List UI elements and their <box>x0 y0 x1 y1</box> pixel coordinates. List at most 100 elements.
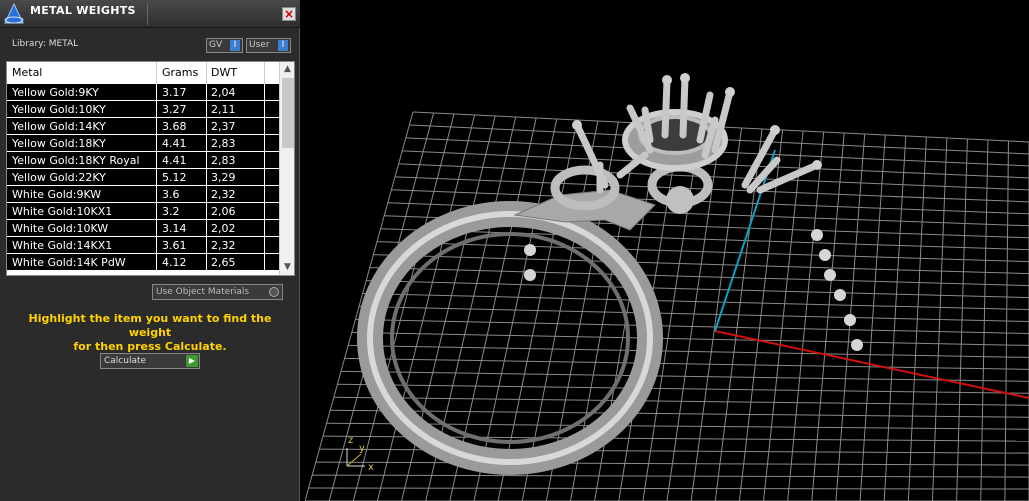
calculate-button[interactable]: Calculate ▶ <box>100 353 200 369</box>
grams-cell: 3.6 <box>162 188 180 201</box>
grams-cell: 3.2 <box>162 205 180 218</box>
cell-divider <box>206 135 207 152</box>
grid-line <box>355 318 1029 334</box>
cell-divider <box>264 220 265 237</box>
grid-line <box>348 344 1029 358</box>
scrollbar-thumb[interactable] <box>282 78 294 148</box>
cell-divider <box>156 237 157 254</box>
column-divider <box>156 62 157 84</box>
table-header: Metal Grams DWT <box>7 62 279 84</box>
panel-title: METAL WEIGHTS <box>30 4 136 17</box>
dwt-cell: 2,32 <box>211 239 236 252</box>
table-row[interactable]: White Gold:10KX1 3.2 2,06 <box>7 203 279 220</box>
table-row[interactable]: White Gold:9KW 3.6 2,32 <box>7 186 279 203</box>
cell-divider <box>206 118 207 135</box>
cell-divider <box>206 84 207 101</box>
cell-divider <box>156 254 157 271</box>
cell-divider <box>156 186 157 203</box>
title-divider <box>147 3 148 25</box>
grams-cell: 4.41 <box>162 154 187 167</box>
radio-icon <box>269 287 279 297</box>
grid-line <box>351 331 1029 346</box>
column-header-metal[interactable]: Metal <box>12 66 42 79</box>
metal-cell: Yellow Gold:22KY <box>12 171 106 184</box>
scroll-up-arrow-icon[interactable]: ▲ <box>280 62 294 77</box>
table-row[interactable]: White Gold:14K PdW 4.12 2,65 <box>7 254 279 271</box>
dwt-cell: 2,37 <box>211 120 236 133</box>
metal-cell: White Gold:14K PdW <box>12 256 126 269</box>
grams-cell: 3.61 <box>162 239 187 252</box>
use-object-materials-label: Use Object Materials <box>156 287 250 297</box>
cell-divider <box>156 152 157 169</box>
grams-cell: 3.27 <box>162 103 187 116</box>
table-row[interactable]: Yellow Gold:9KY 3.17 2,04 <box>7 84 279 101</box>
metal-cell: White Gold:14KX1 <box>12 239 113 252</box>
cell-divider <box>206 186 207 203</box>
cell-divider <box>156 220 157 237</box>
cell-divider <box>264 101 265 118</box>
grams-cell: 5.12 <box>162 171 187 184</box>
viewport-scene: z y x <box>305 73 1029 501</box>
cell-divider <box>156 169 157 186</box>
cell-divider <box>206 254 207 271</box>
metal-cell: Yellow Gold:18KY Royal <box>12 154 140 167</box>
gizmo-y-axis <box>346 453 362 467</box>
dwt-cell: 2,65 <box>211 256 236 269</box>
column-header-grams[interactable]: Grams <box>162 66 198 79</box>
cell-divider <box>206 203 207 220</box>
table-row[interactable]: White Gold:10KW 3.14 2,02 <box>7 220 279 237</box>
column-divider <box>264 62 265 84</box>
column-header-dwt[interactable]: DWT <box>211 66 237 79</box>
table-row[interactable]: Yellow Gold:10KY 3.27 2,11 <box>7 101 279 118</box>
table-body: Yellow Gold:9KY 3.17 2,04 Yellow Gold:10KY 3… <box>7 84 279 271</box>
cell-divider <box>206 237 207 254</box>
table-row[interactable]: Yellow Gold:14KY 3.68 2,37 <box>7 118 279 135</box>
x-axis-line <box>714 330 1029 399</box>
metal-table[interactable]: Metal Grams DWT Yellow Gold:9KY 3.17 2,04 Y… <box>6 61 295 276</box>
grid-line <box>308 487 1029 490</box>
cell-divider <box>264 84 265 101</box>
instruction-line: for then press Calculate. <box>73 340 227 353</box>
dwt-cell: 2,32 <box>211 188 236 201</box>
dwt-cell: 2,04 <box>211 86 236 99</box>
column-divider <box>206 62 207 84</box>
toggle-indicator-icon: I <box>278 40 288 51</box>
dwt-cell: 2,02 <box>211 222 236 235</box>
gv-toggle-label: GV <box>209 40 223 50</box>
instruction-text: Highlight the item you want to find the … <box>10 312 290 354</box>
cell-divider <box>264 254 265 271</box>
table-row[interactable]: Yellow Gold:22KY 5.12 3,29 <box>7 169 279 186</box>
grams-cell: 3.68 <box>162 120 187 133</box>
cell-divider <box>264 186 265 203</box>
scroll-down-arrow-icon[interactable]: ▼ <box>280 260 294 275</box>
gv-toggle[interactable]: GV I <box>206 38 243 53</box>
app-logo-icon <box>4 2 24 24</box>
metal-weights-panel: METAL WEIGHTS × Library: METAL GV I User… <box>0 0 300 501</box>
play-arrow-icon: ▶ <box>186 355 198 367</box>
cell-divider <box>206 101 207 118</box>
calculate-label: Calculate <box>104 356 147 366</box>
dwt-cell: 2,11 <box>211 103 236 116</box>
close-button[interactable]: × <box>282 7 296 21</box>
metal-cell: Yellow Gold:18KY <box>12 137 106 150</box>
library-label: Library: METAL <box>12 39 79 49</box>
metal-cell: Yellow Gold:10KY <box>12 103 106 116</box>
table-row[interactable]: Yellow Gold:18KY Royal 4.41 2,83 <box>7 152 279 169</box>
user-toggle-label: User <box>249 40 270 50</box>
table-scrollbar[interactable]: ▲ ▼ <box>279 62 294 275</box>
axis-gizmo: z y x <box>346 435 374 473</box>
metal-cell: White Gold:9KW <box>12 188 102 201</box>
cell-divider <box>156 118 157 135</box>
cell-divider <box>264 135 265 152</box>
table-row[interactable]: White Gold:14KX1 3.61 2,32 <box>7 237 279 254</box>
table-row[interactable]: Yellow Gold:18KY 4.41 2,83 <box>7 135 279 152</box>
dwt-cell: 2,83 <box>211 137 236 150</box>
cell-divider <box>264 152 265 169</box>
user-toggle[interactable]: User I <box>246 38 291 53</box>
3d-viewport[interactable]: z y x <box>305 0 1029 501</box>
panel-titlebar[interactable]: METAL WEIGHTS × <box>0 0 300 28</box>
cell-divider <box>156 101 157 118</box>
use-object-materials-option[interactable]: Use Object Materials <box>152 284 283 300</box>
instruction-line: Highlight the item you want to find the … <box>28 312 272 339</box>
metal-cell: White Gold:10KX1 <box>12 205 113 218</box>
